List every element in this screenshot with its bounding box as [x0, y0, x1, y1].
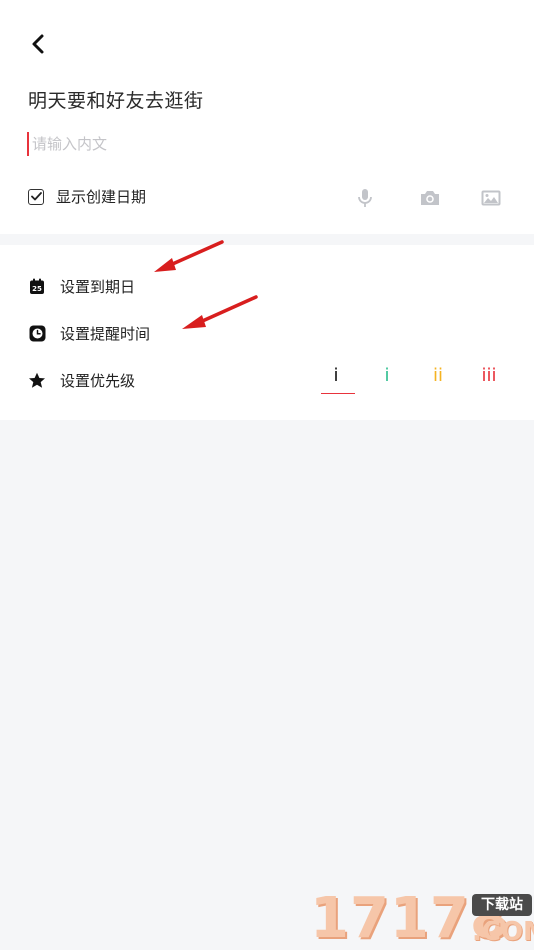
- set-priority-row: 设置优先级: [28, 370, 135, 391]
- show-date-toggle[interactable]: 显示创建日期: [28, 186, 146, 207]
- watermark-badge: 下载站: [472, 894, 532, 916]
- show-date-checkbox[interactable]: [28, 188, 44, 205]
- star-icon: [28, 372, 46, 390]
- set-due-date-row[interactable]: 25 设置到期日: [28, 276, 135, 297]
- set-priority-label: 设置优先级: [60, 372, 136, 390]
- voice-input-button[interactable]: [351, 184, 379, 212]
- microphone-icon: [358, 189, 372, 207]
- site-watermark: 17178 下载站 .COM: [310, 888, 534, 950]
- task-settings-panel: 25 设置到期日 设置提醒时间 设置优先级 i i ii iii: [0, 245, 534, 420]
- camera-button[interactable]: [416, 184, 444, 212]
- set-reminder-label: 设置提醒时间: [60, 325, 151, 343]
- note-body-input[interactable]: [27, 132, 507, 156]
- priority-option-1[interactable]: i: [321, 365, 355, 394]
- image-button[interactable]: [477, 184, 505, 212]
- note-title[interactable]: 明天要和好友去逛街: [28, 86, 204, 113]
- priority-option-4[interactable]: iii: [474, 365, 504, 393]
- priority-option-3[interactable]: ii: [423, 365, 453, 393]
- checkmark-icon: [30, 192, 42, 201]
- set-reminder-row[interactable]: 设置提醒时间: [28, 323, 150, 344]
- watermark-domain: .COM: [472, 917, 534, 947]
- priority-option-2[interactable]: i: [372, 365, 402, 393]
- chevron-left-icon: [32, 34, 44, 54]
- clock-icon: [28, 325, 46, 343]
- calendar-day-number: 25: [32, 285, 42, 293]
- camera-icon: [421, 191, 439, 205]
- set-due-date-label: 设置到期日: [60, 278, 136, 296]
- back-button[interactable]: [24, 30, 52, 58]
- calendar-icon: 25: [28, 278, 46, 296]
- image-icon: [481, 190, 501, 206]
- note-editor: 明天要和好友去逛街 显示创建日期: [0, 0, 534, 234]
- show-date-label: 显示创建日期: [56, 188, 147, 206]
